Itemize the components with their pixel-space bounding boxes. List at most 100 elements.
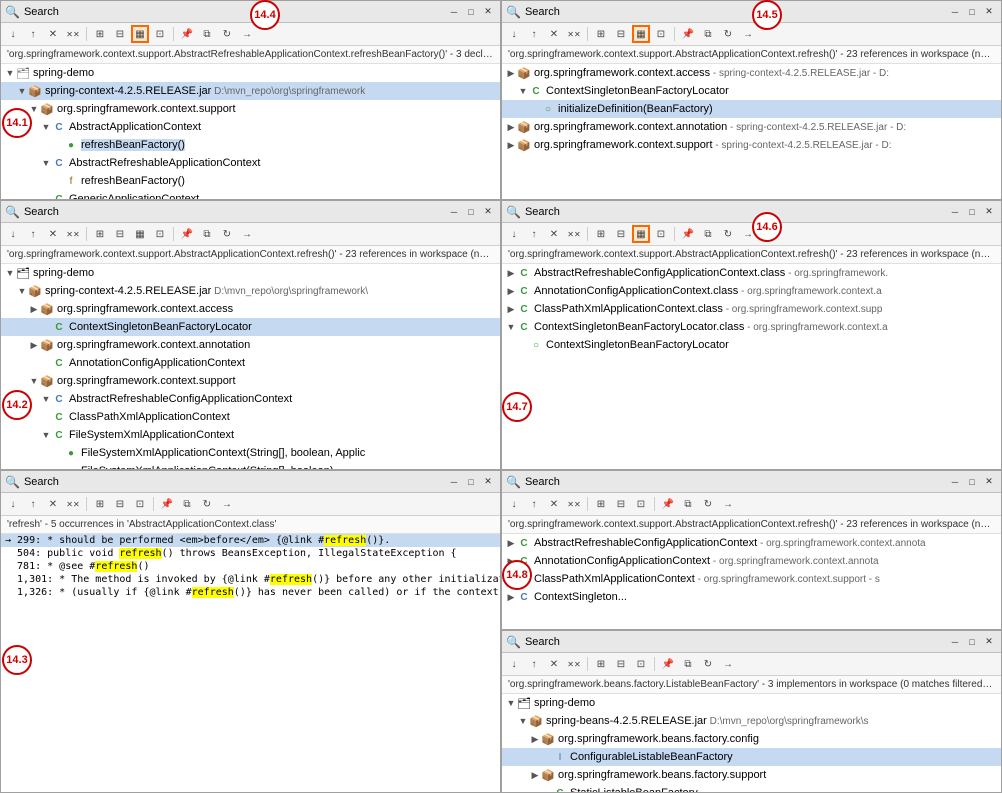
expand-btn-3[interactable]: ⊞ [91, 495, 109, 513]
toggle[interactable]: ▼ [5, 268, 15, 278]
tree-row[interactable]: C ContextSingletonBeanFactoryLocator [1, 318, 500, 336]
refresh-btn-2[interactable]: ↻ [218, 225, 236, 243]
tree-row[interactable]: ▶ 📦 org.springframework.beans.factory.su… [502, 766, 1001, 784]
remove-btn-2[interactable]: ✕ [44, 225, 62, 243]
tree-row[interactable]: ▶ 📦 org.springframework.context.annotati… [1, 336, 500, 354]
collapse-btn-6[interactable]: ⊟ [612, 495, 630, 513]
prev-btn-4[interactable]: ↑ [525, 25, 543, 43]
panel-4-tree[interactable]: ▶ 📦 org.springframework.context.access -… [502, 64, 1001, 199]
code-line-5[interactable]: 1,326: * (usually if {@link #refresh()} … [1, 586, 500, 599]
prev-btn-6[interactable]: ↑ [525, 495, 543, 513]
filter-btn-6[interactable]: ⊡ [632, 495, 650, 513]
remove-btn-6[interactable]: ✕ [545, 495, 563, 513]
filter-btn-1[interactable]: ⊡ [151, 25, 169, 43]
code-line-2[interactable]: 504: public void refresh() throws BeansE… [1, 547, 500, 560]
toggle[interactable]: ▶ [506, 268, 516, 279]
expand-btn-5[interactable]: ⊞ [592, 225, 610, 243]
tree-row[interactable]: ▶ 📦 org.springframework.beans.factory.co… [502, 730, 1001, 748]
toggle[interactable]: ▼ [17, 286, 27, 296]
filter-btn-2[interactable]: ⊡ [151, 225, 169, 243]
tree-row[interactable]: ▶ 📦 org.springframework.context.annotati… [502, 118, 1001, 136]
toggle[interactable]: ▼ [518, 716, 528, 726]
tree-row[interactable]: ● FileSystemXmlApplicationContext(String… [1, 462, 500, 469]
tree-row[interactable]: ▼ 🗂 spring-demo [502, 694, 1001, 712]
tree-row[interactable]: ▶ C AnnotationConfigApplicationContext.c… [502, 282, 1001, 300]
next-btn-6[interactable]: ↓ [505, 495, 523, 513]
open-btn-6[interactable]: → [719, 495, 737, 513]
filter-btn-7[interactable]: ⊡ [632, 655, 650, 673]
remove-all-btn-4[interactable]: ✕✕ [565, 25, 583, 43]
toggle[interactable]: ▼ [17, 86, 27, 96]
minimize-button-6[interactable]: ─ [947, 474, 963, 490]
close-button-3[interactable]: ✕ [480, 474, 496, 490]
tree-row[interactable]: ○ ContextSingletonBeanFactoryLocator [502, 336, 1001, 354]
refresh-btn-6[interactable]: ↻ [699, 495, 717, 513]
next-btn-2[interactable]: ↓ [4, 225, 22, 243]
next-btn-1[interactable]: ↓ [4, 25, 22, 43]
toggle[interactable]: ▶ [530, 770, 540, 781]
toggle[interactable]: ▼ [41, 394, 51, 404]
minimize-button-5[interactable]: ─ [947, 204, 963, 220]
show-type-btn-5[interactable]: ▦ [632, 225, 650, 243]
panel-3-code[interactable]: → 299: * should be performed <em>before<… [1, 534, 500, 792]
tree-row[interactable]: ● FileSystemXmlApplicationContext(String… [1, 444, 500, 462]
close-button-1[interactable]: ✕ [480, 4, 496, 20]
minimize-button-2[interactable]: ─ [446, 204, 462, 220]
pin-btn-2[interactable]: 📌 [178, 225, 196, 243]
tree-row[interactable]: f refreshBeanFactory() [1, 172, 500, 190]
panel-7-tree[interactable]: ▼ 🗂 spring-demo ▼ 📦 spring-beans-4.2.5.R… [502, 694, 1001, 792]
toggle[interactable]: ▼ [518, 86, 528, 96]
open-btn-7[interactable]: → [719, 655, 737, 673]
tree-row[interactable]: ▼ C ContextSingletonBeanFactoryLocator.c… [502, 318, 1001, 336]
prev-btn-7[interactable]: ↑ [525, 655, 543, 673]
copy-btn-4[interactable]: ⧉ [699, 25, 717, 43]
expand-btn-4[interactable]: ⊞ [592, 25, 610, 43]
minimize-button-3[interactable]: ─ [446, 474, 462, 490]
remove-all-btn-6[interactable]: ✕✕ [565, 495, 583, 513]
remove-btn-7[interactable]: ✕ [545, 655, 563, 673]
next-btn-5[interactable]: ↓ [505, 225, 523, 243]
tree-row[interactable]: ▼ 🗂 spring-demo [1, 264, 500, 282]
expand-btn-2[interactable]: ⊞ [91, 225, 109, 243]
code-line-1[interactable]: → 299: * should be performed <em>before<… [1, 534, 500, 547]
refresh-btn-7[interactable]: ↻ [699, 655, 717, 673]
maximize-button-1[interactable]: □ [463, 4, 479, 20]
tree-row[interactable]: ▼ C FileSystemXmlApplicationContext [1, 426, 500, 444]
toggle[interactable]: ▶ [506, 122, 516, 133]
filter-btn-5[interactable]: ⊡ [652, 225, 670, 243]
tree-row[interactable]: C StaticListableBeanFactory [502, 784, 1001, 792]
tree-row[interactable]: ▼ 🗂 spring-demo [1, 64, 500, 82]
open-btn-4[interactable]: → [739, 25, 757, 43]
tree-row[interactable]: ▶ C AbstractRefreshableConfigApplication… [502, 264, 1001, 282]
tree-row[interactable]: ▶ 📦 org.springframework.context.support … [502, 136, 1001, 154]
toggle[interactable]: ▼ [506, 322, 516, 332]
tree-row[interactable]: ▼ 📦 org.springframework.context.support [1, 372, 500, 390]
tree-row[interactable]: ▶ C ContextSingleton... [502, 588, 1001, 606]
remove-all-btn-5[interactable]: ✕✕ [565, 225, 583, 243]
filter-btn-3[interactable]: ⊡ [131, 495, 149, 513]
toggle[interactable]: ▶ [506, 538, 516, 549]
toggle[interactable]: ▼ [41, 122, 51, 132]
toggle[interactable]: ▶ [29, 304, 39, 315]
prev-btn-5[interactable]: ↑ [525, 225, 543, 243]
open-btn-3[interactable]: → [218, 495, 236, 513]
toggle[interactable]: ▶ [506, 592, 516, 603]
refresh-btn-5[interactable]: ↻ [719, 225, 737, 243]
collapse-btn-3[interactable]: ⊟ [111, 495, 129, 513]
tree-row[interactable]: ▼ 📦 org.springframework.context.support [1, 100, 500, 118]
maximize-button-4[interactable]: □ [964, 4, 980, 20]
minimize-button-7[interactable]: ─ [947, 634, 963, 650]
copy-btn-7[interactable]: ⧉ [679, 655, 697, 673]
show-type-btn-4[interactable]: ▦ [632, 25, 650, 43]
maximize-button-5[interactable]: □ [964, 204, 980, 220]
maximize-button-6[interactable]: □ [964, 474, 980, 490]
tree-row[interactable]: ▶ C ClassPathXmlApplicationContext - org… [502, 570, 1001, 588]
open-btn-2[interactable]: → [238, 225, 256, 243]
collapse-btn-1[interactable]: ⊟ [111, 25, 129, 43]
code-line-3[interactable]: 781: * @see #refresh() [1, 560, 500, 573]
close-button-4[interactable]: ✕ [981, 4, 997, 20]
next-btn-3[interactable]: ↓ [4, 495, 22, 513]
prev-btn-2[interactable]: ↑ [24, 225, 42, 243]
tree-row[interactable]: C AnnotationConfigApplicationContext [1, 354, 500, 372]
expand-btn-6[interactable]: ⊞ [592, 495, 610, 513]
